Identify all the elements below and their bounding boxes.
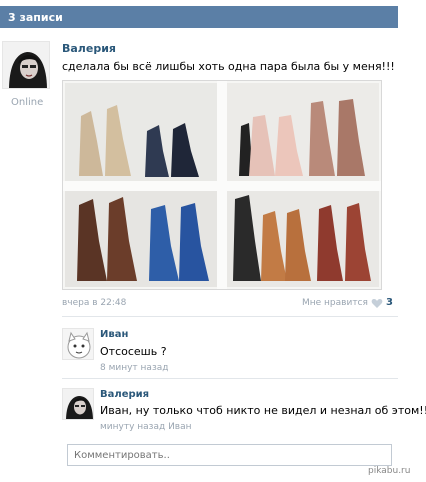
comment-time[interactable]: минуту назад Иван: [100, 422, 192, 432]
comment-avatar[interactable]: [62, 328, 94, 360]
post-photo[interactable]: [62, 80, 382, 290]
watermark: pikabu.ru: [368, 466, 411, 476]
comment-time[interactable]: 8 минут назад: [100, 363, 168, 373]
comment-avatar[interactable]: [62, 388, 94, 420]
comment-text: Отсосешь ?: [100, 345, 167, 358]
comment-text: Иван, ну только чтоб никто не видел и не…: [100, 404, 426, 417]
divider: [62, 316, 398, 317]
online-status: Online: [11, 97, 44, 108]
heart-icon[interactable]: [371, 297, 383, 309]
author-avatar[interactable]: [2, 41, 50, 89]
post-time[interactable]: вчера в 22:48: [62, 298, 126, 308]
like-button[interactable]: Мне нравится: [302, 298, 368, 308]
divider: [62, 378, 398, 379]
post-text: сделала бы всё лишбы хоть одна пара была…: [62, 60, 395, 73]
post-author[interactable]: Валерия: [62, 42, 116, 55]
comment-input[interactable]: [67, 444, 392, 466]
wall-header: 3 записи: [0, 6, 398, 28]
comment-author[interactable]: Иван: [100, 329, 128, 340]
comment-author[interactable]: Валерия: [100, 389, 149, 400]
wall-post-count: 3 записи: [8, 11, 63, 24]
like-count: 3: [386, 297, 393, 308]
